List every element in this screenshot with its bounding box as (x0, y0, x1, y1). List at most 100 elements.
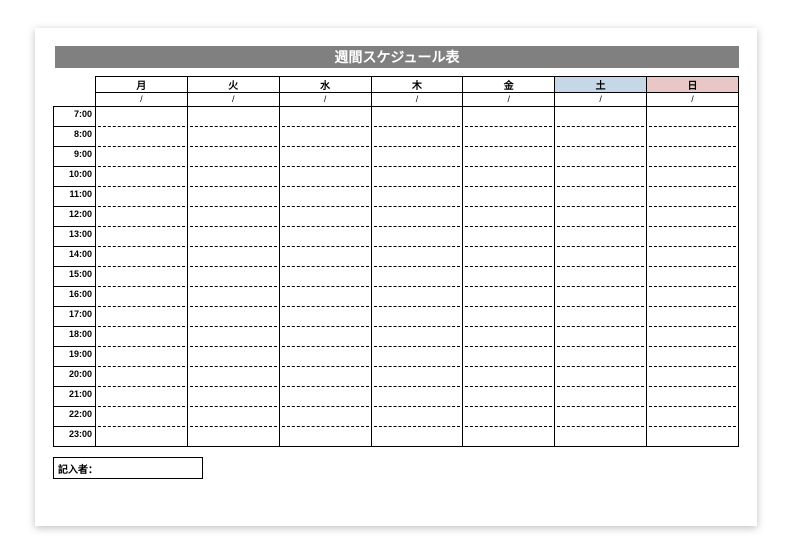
date-cell[interactable]: / (96, 93, 188, 107)
schedule-cell[interactable] (279, 127, 371, 147)
date-cell[interactable]: / (187, 93, 279, 107)
schedule-cell[interactable] (371, 167, 463, 187)
schedule-cell[interactable] (463, 147, 555, 167)
schedule-cell[interactable] (187, 207, 279, 227)
schedule-cell[interactable] (279, 427, 371, 447)
schedule-cell[interactable] (647, 107, 739, 127)
schedule-cell[interactable] (96, 427, 188, 447)
date-cell[interactable]: / (555, 93, 647, 107)
schedule-cell[interactable] (187, 427, 279, 447)
schedule-cell[interactable] (279, 327, 371, 347)
schedule-cell[interactable] (647, 267, 739, 287)
schedule-cell[interactable] (555, 187, 647, 207)
schedule-cell[interactable] (279, 207, 371, 227)
schedule-cell[interactable] (187, 267, 279, 287)
schedule-cell[interactable] (371, 247, 463, 267)
schedule-cell[interactable] (371, 187, 463, 207)
schedule-cell[interactable] (647, 307, 739, 327)
schedule-cell[interactable] (96, 147, 188, 167)
schedule-cell[interactable] (555, 347, 647, 367)
schedule-cell[interactable] (463, 187, 555, 207)
schedule-cell[interactable] (647, 167, 739, 187)
schedule-cell[interactable] (96, 127, 188, 147)
schedule-cell[interactable] (555, 367, 647, 387)
schedule-cell[interactable] (647, 367, 739, 387)
schedule-cell[interactable] (371, 207, 463, 227)
schedule-cell[interactable] (96, 227, 188, 247)
schedule-cell[interactable] (555, 147, 647, 167)
schedule-cell[interactable] (371, 307, 463, 327)
schedule-cell[interactable] (279, 147, 371, 167)
schedule-cell[interactable] (279, 187, 371, 207)
schedule-cell[interactable] (555, 327, 647, 347)
schedule-cell[interactable] (96, 167, 188, 187)
schedule-cell[interactable] (555, 247, 647, 267)
schedule-cell[interactable] (279, 267, 371, 287)
schedule-cell[interactable] (463, 127, 555, 147)
schedule-cell[interactable] (647, 387, 739, 407)
schedule-cell[interactable] (555, 167, 647, 187)
schedule-cell[interactable] (555, 387, 647, 407)
schedule-cell[interactable] (187, 407, 279, 427)
schedule-cell[interactable] (647, 127, 739, 147)
schedule-cell[interactable] (187, 327, 279, 347)
schedule-cell[interactable] (555, 427, 647, 447)
schedule-cell[interactable] (463, 107, 555, 127)
schedule-cell[interactable] (463, 407, 555, 427)
schedule-cell[interactable] (555, 267, 647, 287)
schedule-cell[interactable] (96, 407, 188, 427)
schedule-cell[interactable] (96, 327, 188, 347)
schedule-cell[interactable] (279, 227, 371, 247)
schedule-cell[interactable] (463, 207, 555, 227)
schedule-cell[interactable] (647, 427, 739, 447)
schedule-cell[interactable] (463, 307, 555, 327)
schedule-cell[interactable] (187, 127, 279, 147)
date-cell[interactable]: / (371, 93, 463, 107)
schedule-cell[interactable] (187, 227, 279, 247)
schedule-cell[interactable] (187, 307, 279, 327)
schedule-cell[interactable] (96, 267, 188, 287)
author-field[interactable]: 記入者： (53, 457, 203, 479)
schedule-cell[interactable] (279, 347, 371, 367)
schedule-cell[interactable] (279, 247, 371, 267)
schedule-cell[interactable] (187, 387, 279, 407)
schedule-cell[interactable] (279, 287, 371, 307)
schedule-cell[interactable] (463, 327, 555, 347)
schedule-cell[interactable] (647, 247, 739, 267)
schedule-cell[interactable] (371, 267, 463, 287)
schedule-cell[interactable] (555, 287, 647, 307)
schedule-cell[interactable] (371, 287, 463, 307)
schedule-cell[interactable] (279, 167, 371, 187)
schedule-cell[interactable] (279, 407, 371, 427)
schedule-cell[interactable] (555, 227, 647, 247)
schedule-cell[interactable] (96, 367, 188, 387)
schedule-cell[interactable] (187, 347, 279, 367)
schedule-cell[interactable] (371, 147, 463, 167)
schedule-cell[interactable] (187, 107, 279, 127)
schedule-cell[interactable] (647, 407, 739, 427)
schedule-cell[interactable] (187, 367, 279, 387)
schedule-cell[interactable] (371, 227, 463, 247)
schedule-cell[interactable] (463, 267, 555, 287)
schedule-cell[interactable] (96, 207, 188, 227)
schedule-cell[interactable] (463, 287, 555, 307)
schedule-cell[interactable] (187, 187, 279, 207)
schedule-cell[interactable] (371, 407, 463, 427)
schedule-cell[interactable] (187, 287, 279, 307)
schedule-cell[interactable] (647, 347, 739, 367)
schedule-cell[interactable] (96, 247, 188, 267)
schedule-cell[interactable] (555, 207, 647, 227)
schedule-cell[interactable] (96, 347, 188, 367)
schedule-cell[interactable] (555, 307, 647, 327)
schedule-cell[interactable] (96, 387, 188, 407)
schedule-cell[interactable] (187, 147, 279, 167)
date-cell[interactable]: / (279, 93, 371, 107)
schedule-cell[interactable] (279, 107, 371, 127)
schedule-cell[interactable] (647, 287, 739, 307)
schedule-cell[interactable] (371, 107, 463, 127)
schedule-cell[interactable] (96, 287, 188, 307)
schedule-cell[interactable] (96, 187, 188, 207)
schedule-cell[interactable] (555, 407, 647, 427)
schedule-cell[interactable] (647, 147, 739, 167)
schedule-cell[interactable] (647, 227, 739, 247)
